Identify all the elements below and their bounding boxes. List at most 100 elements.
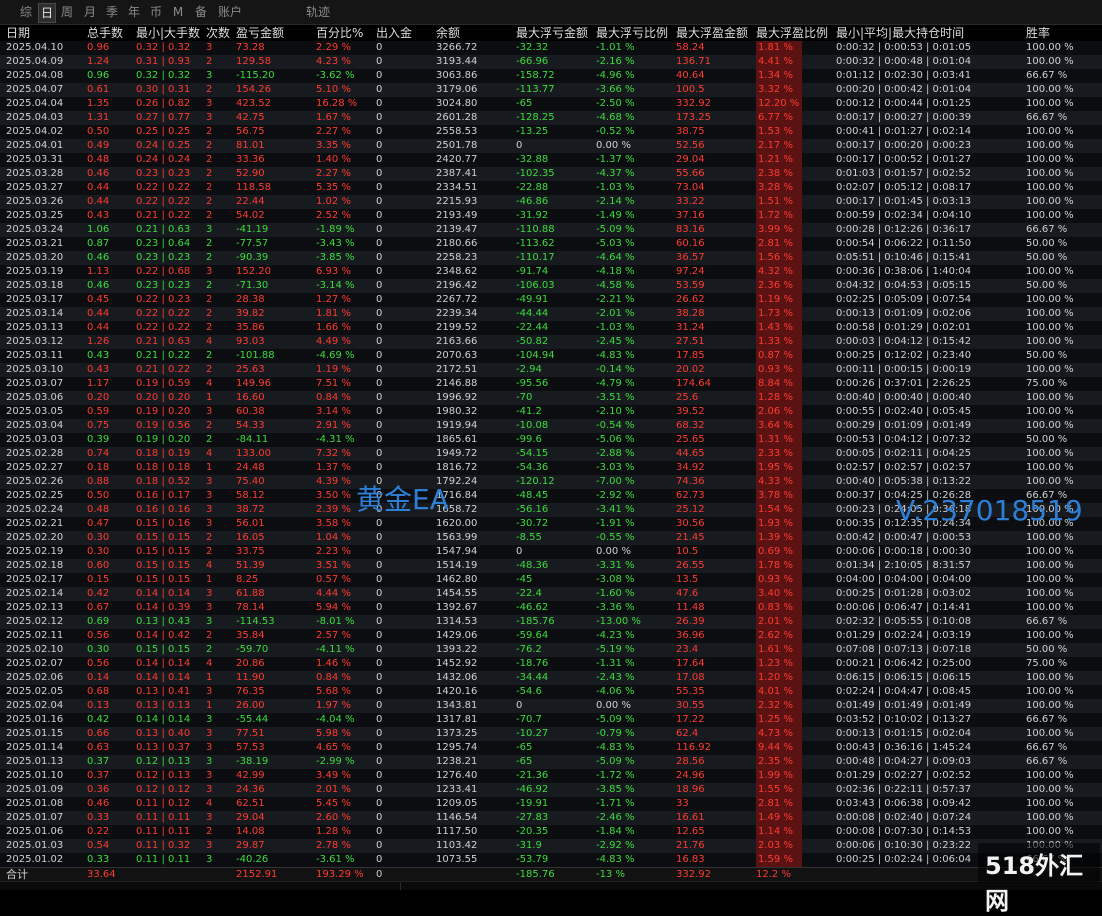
column-header-12[interactable]: 最小|平均|最大持仓时间	[836, 25, 964, 41]
table-row[interactable]: 2025.02.17 0.15 0.15 | 0.15 1 8.25 0.57 % 0 146…	[0, 573, 1102, 587]
table-row[interactable]: 2025.03.13 0.44 0.22 | 0.22 2 35.86 1.66 % 0 21…	[0, 321, 1102, 335]
table-row[interactable]: 2025.01.13 0.37 0.12 | 0.13 3 -38.19 -2.99 % 0…	[0, 755, 1102, 769]
table-cell-0: 2025.01.02	[6, 854, 64, 865]
table-row[interactable]: 2025.03.04 0.75 0.19 | 0.56 2 54.33 2.91 % 0 19…	[0, 419, 1102, 433]
table-row[interactable]: 2025.03.14 0.44 0.22 | 0.22 2 39.82 1.81 % 0 22…	[0, 307, 1102, 321]
table-row[interactable]: 2025.04.07 0.61 0.30 | 0.31 2 154.26 5.10 % 0 3…	[0, 83, 1102, 97]
column-header-1[interactable]: 总手数	[87, 25, 123, 41]
table-row[interactable]: 2025.03.24 1.06 0.21 | 0.63 3 -41.19 -1.89 % 0…	[0, 223, 1102, 237]
table-row[interactable]: 2025.04.08 0.96 0.32 | 0.32 3 -115.20 -3.62 %…	[0, 69, 1102, 83]
column-header-10[interactable]: 最大浮盈金额	[676, 25, 748, 41]
table-row[interactable]: 2025.01.07 0.33 0.11 | 0.11 3 29.04 2.60 % 0 11…	[0, 811, 1102, 825]
column-header-6[interactable]: 出入金	[376, 25, 412, 41]
table-cell-2: 0.16 | 0.16	[136, 504, 191, 515]
table-row[interactable]: 2025.03.03 0.39 0.19 | 0.20 2 -84.11 -4.31 % 0…	[0, 433, 1102, 447]
table-row[interactable]: 2025.02.06 0.14 0.14 | 0.14 1 11.90 0.84 % 0 14…	[0, 671, 1102, 685]
tab-6[interactable]: 币	[148, 3, 164, 21]
table-row[interactable]: 2025.02.10 0.30 0.15 | 0.15 2 -59.70 -4.11 % 0…	[0, 643, 1102, 657]
table-row[interactable]: 2025.02.13 0.67 0.14 | 0.39 3 78.14 5.94 % 0 13…	[0, 601, 1102, 615]
table-row[interactable]: 2025.02.05 0.68 0.13 | 0.41 3 76.35 5.68 % 0 14…	[0, 685, 1102, 699]
table-row[interactable]: 2025.02.12 0.69 0.13 | 0.43 3 -114.53 -8.01 %…	[0, 615, 1102, 629]
table-row[interactable]: 2025.02.19 0.30 0.15 | 0.15 2 33.75 2.23 % 0 15…	[0, 545, 1102, 559]
table-row[interactable]: 2025.02.26 0.88 0.18 | 0.52 3 75.40 4.39 % 0 17…	[0, 475, 1102, 489]
table-cell-4: 8.25	[236, 574, 259, 585]
table-cell-3: 3	[206, 770, 213, 781]
table-row[interactable]: 2025.03.06 0.20 0.20 | 0.20 1 16.60 0.84 % 0 19…	[0, 391, 1102, 405]
table-row[interactable]: 2025.03.25 0.43 0.21 | 0.22 2 54.02 2.52 % 0 21…	[0, 209, 1102, 223]
table-cell-12: 0:01:12 | 0:02:30 | 0:03:41	[836, 70, 972, 81]
table-cell-11: 1.49 %	[756, 811, 802, 825]
table-row[interactable]: 2025.04.03 1.31 0.27 | 0.77 3 42.75 1.67 % 0 26…	[0, 111, 1102, 125]
table-row[interactable]: 2025.04.09 1.24 0.31 | 0.93 2 129.58 4.23 % 0 3…	[0, 55, 1102, 69]
table-row[interactable]: 2025.04.04 1.35 0.26 | 0.82 3 423.52 16.28 % 0…	[0, 97, 1102, 111]
table-cell-8: -50.82	[516, 336, 549, 347]
table-row[interactable]: 2025.04.01 0.49 0.24 | 0.25 2 81.01 3.35 % 0 25…	[0, 139, 1102, 153]
table-row[interactable]: 2025.01.15 0.66 0.13 | 0.40 3 77.51 5.98 % 0 13…	[0, 727, 1102, 741]
table-row[interactable]: 2025.01.14 0.63 0.13 | 0.37 3 57.53 4.65 % 0 12…	[0, 741, 1102, 755]
table-row[interactable]: 2025.02.20 0.30 0.15 | 0.15 2 16.05 1.04 % 0 15…	[0, 531, 1102, 545]
table-row[interactable]: 2025.03.12 1.26 0.21 | 0.63 4 93.03 4.49 % 0 21…	[0, 335, 1102, 349]
table-row[interactable]: 2025.04.02 0.50 0.25 | 0.25 2 56.75 2.27 % 0 25…	[0, 125, 1102, 139]
table-row[interactable]: 2025.03.05 0.59 0.19 | 0.20 3 60.38 3.14 % 0 19…	[0, 405, 1102, 419]
table-row[interactable]: 2025.02.27 0.18 0.18 | 0.18 1 24.48 1.37 % 0 18…	[0, 461, 1102, 475]
table-row[interactable]: 2025.03.07 1.17 0.19 | 0.59 4 149.96 7.51 % 0 2…	[0, 377, 1102, 391]
table-row[interactable]: 2025.03.20 0.46 0.23 | 0.23 2 -90.39 -3.85 % 0…	[0, 251, 1102, 265]
table-row[interactable]: 2025.01.08 0.46 0.11 | 0.12 4 62.51 5.45 % 0 12…	[0, 797, 1102, 811]
tab-1[interactable]: 日	[38, 3, 56, 23]
table-row[interactable]: 2025.04.10 0.96 0.32 | 0.32 3 73.28 2.29 % 0 32…	[0, 41, 1102, 55]
table-row[interactable]: 2025.03.17 0.45 0.22 | 0.23 2 28.38 1.27 % 0 22…	[0, 293, 1102, 307]
tab-7[interactable]: M	[172, 3, 184, 21]
table-row[interactable]: 2025.03.19 1.13 0.22 | 0.68 3 152.20 6.93 % 0 2…	[0, 265, 1102, 279]
table-cell-7: 1420.16	[436, 686, 478, 697]
table-row[interactable]: 2025.03.31 0.48 0.24 | 0.24 2 33.36 1.40 % 0 24…	[0, 153, 1102, 167]
table-row[interactable]: 2025.01.02 0.33 0.11 | 0.11 3 -40.26 -3.61 % 0…	[0, 853, 1102, 867]
tab-4[interactable]: 季	[104, 3, 120, 21]
table-cell-2: 0.14 | 0.14	[136, 714, 191, 725]
table-row[interactable]: 2025.01.09 0.36 0.12 | 0.12 3 24.36 2.01 % 0 12…	[0, 783, 1102, 797]
table-row[interactable]: 2025.02.11 0.56 0.14 | 0.42 2 35.84 2.57 % 0 14…	[0, 629, 1102, 643]
column-header-9[interactable]: 最大浮亏比例	[596, 25, 668, 41]
table-row[interactable]: 2025.01.06 0.22 0.11 | 0.11 2 14.08 1.28 % 0 11…	[0, 825, 1102, 839]
table-row[interactable]: 2025.01.10 0.37 0.12 | 0.13 3 42.99 3.49 % 0 12…	[0, 769, 1102, 783]
table-row[interactable]: 2025.03.26 0.44 0.22 | 0.22 2 22.44 1.02 % 0 22…	[0, 195, 1102, 209]
table-row[interactable]: 2025.01.03 0.54 0.11 | 0.32 3 29.87 2.78 % 0 11…	[0, 839, 1102, 853]
column-header-8[interactable]: 最大浮亏金额	[516, 25, 588, 41]
column-header-13[interactable]: 胜率	[1026, 25, 1050, 41]
table-row[interactable]: 2025.02.18 0.60 0.15 | 0.15 4 51.39 3.51 % 0 15…	[0, 559, 1102, 573]
table-row[interactable]: 2025.03.18 0.46 0.23 | 0.23 2 -71.30 -3.14 % 0…	[0, 279, 1102, 293]
tab-0[interactable]: 综	[18, 3, 34, 21]
table-row[interactable]: 2025.03.28 0.46 0.23 | 0.23 2 52.90 2.27 % 0 23…	[0, 167, 1102, 181]
column-header-5[interactable]: 百分比%	[316, 25, 363, 41]
column-header-2[interactable]: 最小|大手数	[136, 25, 200, 41]
table-cell-4: 16.60	[236, 392, 265, 403]
table-row[interactable]: 2025.02.07 0.56 0.14 | 0.14 4 20.86 1.46 % 0 14…	[0, 657, 1102, 671]
column-header-11[interactable]: 最大浮盈比例	[756, 25, 828, 41]
column-header-3[interactable]: 次数	[206, 25, 230, 41]
table-row[interactable]: 2025.02.14 0.42 0.14 | 0.14 3 61.88 4.44 % 0 14…	[0, 587, 1102, 601]
tab-3[interactable]: 月	[82, 3, 98, 21]
table-cell-13: 100.00 %	[1026, 196, 1074, 207]
tab-5[interactable]: 年	[126, 3, 142, 21]
table-cell-8: -56.16	[516, 504, 549, 515]
tab-10[interactable]: 轨迹	[304, 3, 332, 21]
table-cell-12: 0:03:52 | 0:10:02 | 0:13:27	[836, 714, 972, 725]
table-row[interactable]: 2025.03.11 0.43 0.21 | 0.22 2 -101.88 -4.69 %…	[0, 349, 1102, 363]
column-header-7[interactable]: 余额	[436, 25, 460, 41]
table-cell-11: 0.83 %	[756, 601, 802, 615]
tab-9[interactable]: 账户	[216, 3, 244, 21]
column-header-0[interactable]: 日期	[6, 25, 30, 41]
table-row[interactable]: 2025.02.28 0.74 0.18 | 0.19 4 133.00 7.32 % 0 1…	[0, 447, 1102, 461]
table-row[interactable]: 2025.03.27 0.44 0.22 | 0.22 2 118.58 5.35 % 0 2…	[0, 181, 1102, 195]
table-row[interactable]: 2025.01.16 0.42 0.14 | 0.14 3 -55.44 -4.04 % 0…	[0, 713, 1102, 727]
table-cell-8: -48.36	[516, 560, 549, 571]
table-row[interactable]: 2025.03.21 0.87 0.23 | 0.64 2 -77.57 -3.43 % 0…	[0, 237, 1102, 251]
tab-2[interactable]: 周	[59, 3, 75, 21]
column-header-4[interactable]: 盈亏金额	[236, 25, 284, 41]
table-row[interactable]: 2025.02.04 0.13 0.13 | 0.13 1 26.00 1.97 % 0 13…	[0, 699, 1102, 713]
table-cell-9: -0.52 %	[596, 126, 635, 137]
tab-8[interactable]: 备	[193, 3, 209, 21]
table-row[interactable]: 2025.03.10 0.43 0.21 | 0.22 2 25.63 1.19 % 0 21…	[0, 363, 1102, 377]
table-cell-12: 0:00:28 | 0:12:26 | 0:36:17	[836, 224, 972, 235]
table-cell-6: 0	[376, 448, 383, 459]
table-cell-0: 2025.02.25	[6, 490, 64, 501]
